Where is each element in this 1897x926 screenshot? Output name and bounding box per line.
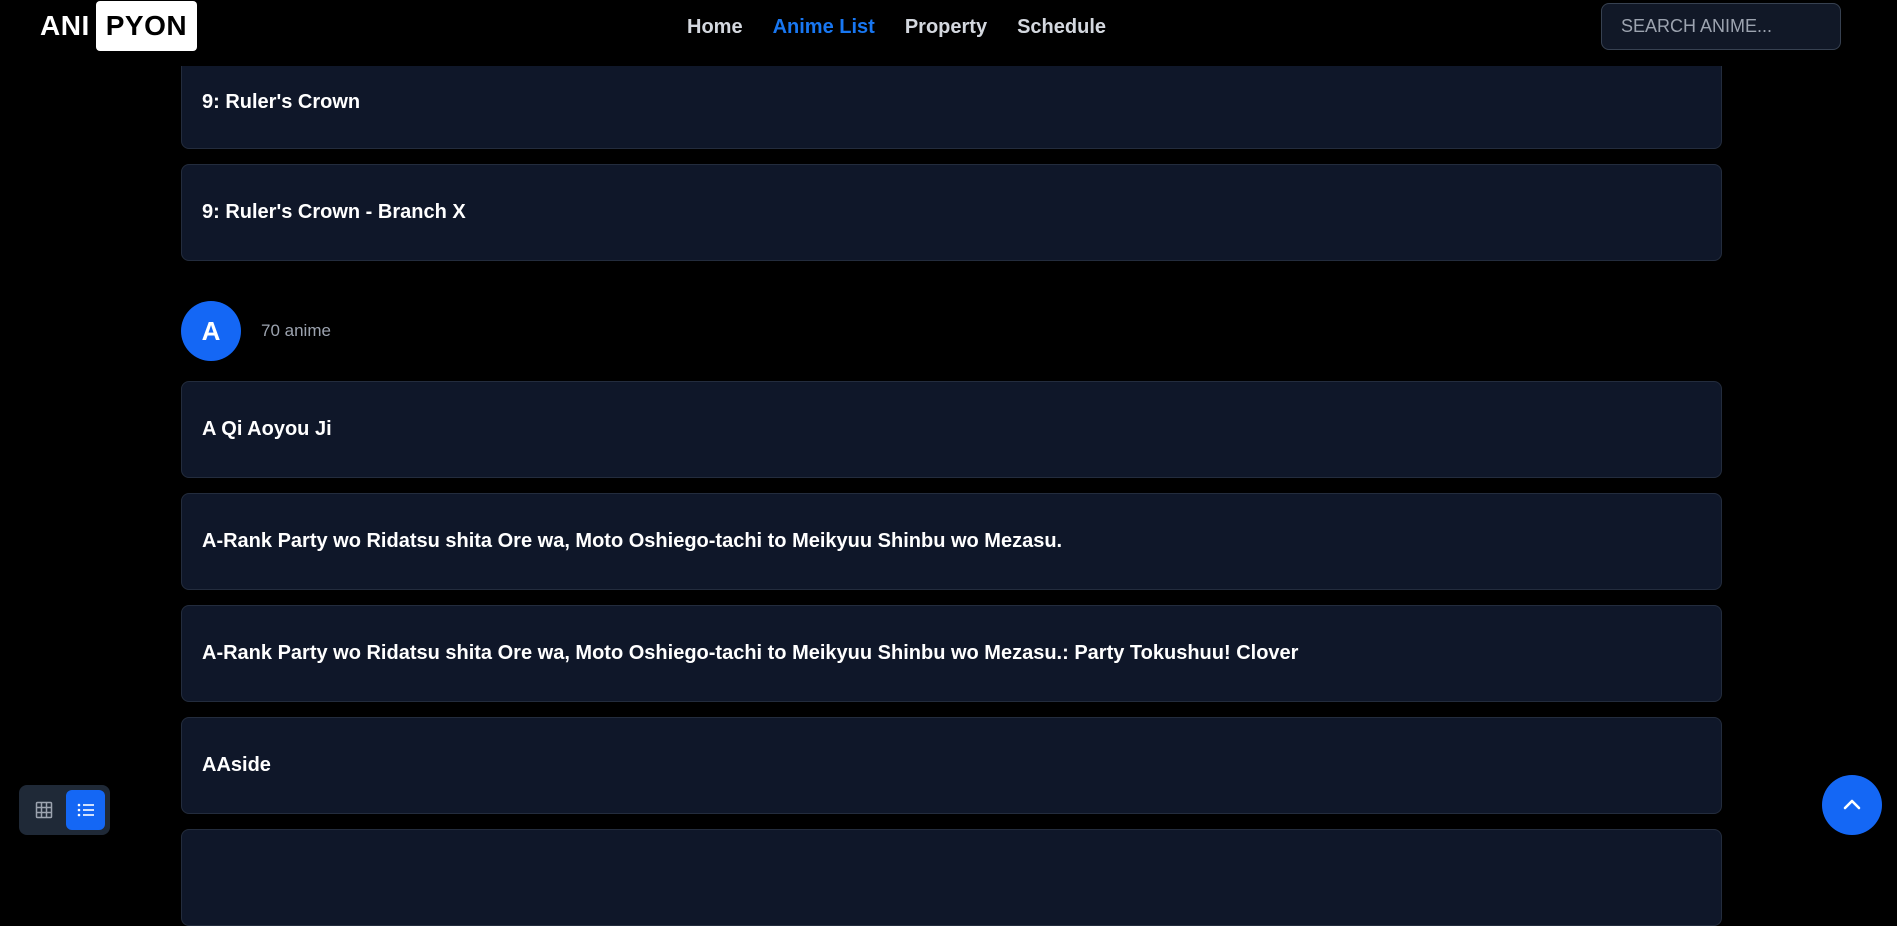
anime-list-item[interactable]: 9: Ruler's Crown - Branch X — [181, 164, 1722, 261]
anime-title: 9: Ruler's Crown - Branch X — [202, 201, 466, 223]
anime-list-item[interactable] — [181, 829, 1722, 926]
anime-list-item[interactable]: A-Rank Party wo Ridatsu shita Ore wa, Mo… — [181, 493, 1722, 590]
grid-view-button[interactable] — [24, 790, 63, 830]
search-input[interactable] — [1601, 3, 1841, 50]
logo-text-pyon: PYON — [95, 1, 198, 51]
anime-list-item[interactable]: A-Rank Party wo Ridatsu shita Ore wa, Mo… — [181, 605, 1722, 702]
anime-list-item[interactable]: AAside — [181, 717, 1722, 814]
view-mode-toggle — [19, 785, 110, 835]
section-count: 70 anime — [261, 321, 331, 340]
nav-property-link[interactable]: Property — [905, 16, 987, 39]
anime-title: A Qi Aoyou Ji — [202, 418, 332, 440]
scroll-to-top-button[interactable] — [1822, 775, 1882, 835]
anime-list-item[interactable]: 9: Ruler's Crown — [181, 52, 1722, 149]
anime-title: A-Rank Party wo Ridatsu shita Ore wa, Mo… — [202, 642, 1299, 664]
logo-text-ani: ANI — [40, 10, 90, 41]
grid-icon — [35, 801, 52, 819]
nav-schedule-link[interactable]: Schedule — [1017, 16, 1106, 39]
list-icon — [77, 803, 94, 817]
top-navbar: ANI PYON Home Anime List Property Schedu… — [0, 0, 1897, 66]
anime-list-item[interactable]: A Qi Aoyou Ji — [181, 381, 1722, 478]
anime-title: 9: Ruler's Crown — [202, 91, 361, 113]
anime-title: AAside — [202, 754, 271, 776]
nav-home-link[interactable]: Home — [687, 16, 743, 39]
chevron-up-icon — [1843, 799, 1861, 810]
nav-anime-list-link[interactable]: Anime List — [773, 16, 875, 39]
letter-badge: A — [181, 301, 241, 361]
list-view-button[interactable] — [66, 790, 105, 830]
letter-section-header: A 70 anime — [181, 301, 331, 361]
main-nav: Home Anime List Property Schedule — [687, 0, 1106, 54]
site-logo[interactable]: ANI PYON — [40, 1, 198, 51]
anime-title: A-Rank Party wo Ridatsu shita Ore wa, Mo… — [202, 530, 1063, 552]
